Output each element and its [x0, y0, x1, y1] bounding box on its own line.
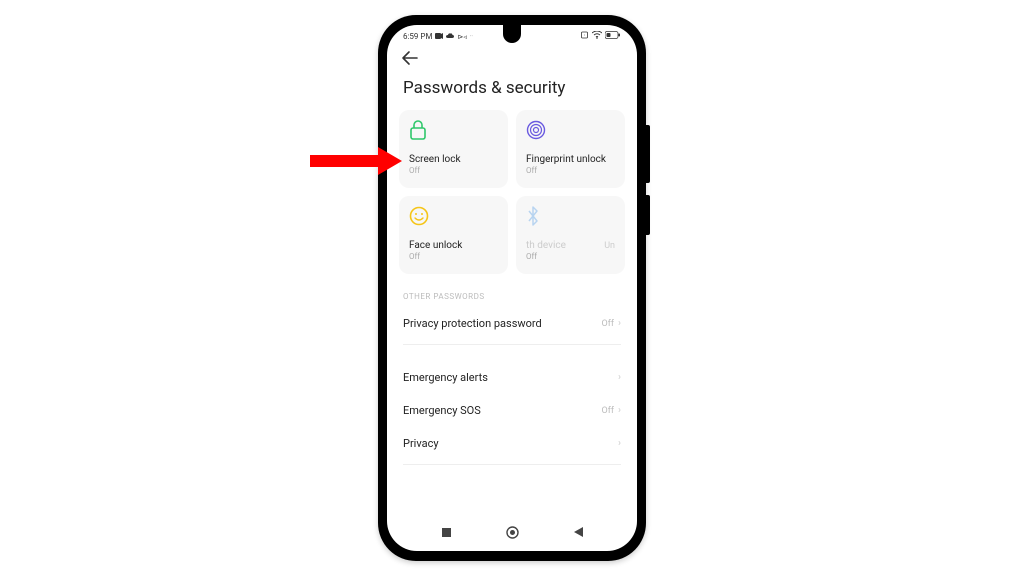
divider: [403, 344, 621, 345]
status-time: 6:59 PM: [403, 32, 432, 41]
navigation-bar: [387, 519, 637, 545]
bluetooth-device-card[interactable]: th device Un Off: [516, 196, 625, 274]
page-title: Passwords & security: [387, 74, 637, 110]
alarm-icon: [580, 31, 589, 42]
card-extra: Un: [604, 241, 615, 251]
card-status: Off: [526, 166, 615, 175]
bluetooth-icon: [526, 206, 615, 230]
face-unlock-card[interactable]: Face unlock Off: [399, 196, 508, 274]
chevron-right-icon: ›: [618, 372, 621, 383]
camera-indicator-icon: [435, 32, 443, 41]
divider: [403, 464, 621, 465]
phone-frame: 6:59 PM ⊳◃ ··: [378, 15, 646, 561]
volume-button: [646, 125, 650, 183]
power-button: [646, 195, 650, 235]
fingerprint-card[interactable]: Fingerprint unlock Off: [516, 110, 625, 188]
card-status: Off: [409, 166, 498, 175]
section-header-other-passwords: OTHER PASSWORDS: [387, 274, 637, 307]
card-status: Off: [526, 252, 615, 261]
chevron-right-icon: ›: [618, 438, 621, 449]
row-status: Off: [602, 406, 614, 416]
privacy-protection-password-row[interactable]: Privacy protection password Off ›: [387, 307, 637, 340]
battery-icon: [605, 31, 621, 42]
wifi-icon: [592, 31, 602, 42]
row-label: Privacy: [403, 437, 439, 450]
home-button[interactable]: [505, 525, 519, 539]
phone-screen: 6:59 PM ⊳◃ ··: [387, 25, 637, 551]
screen-lock-card[interactable]: Screen lock Off: [399, 110, 508, 188]
card-label: Fingerprint unlock: [526, 154, 615, 165]
lock-icon: [409, 120, 498, 144]
more-indicator: ··: [470, 33, 473, 40]
row-label: Emergency alerts: [403, 371, 488, 384]
signal-icon: ⊳◃: [457, 33, 466, 41]
row-status: Off: [602, 319, 614, 329]
privacy-row[interactable]: Privacy ›: [387, 427, 637, 460]
card-label: Face unlock: [409, 240, 498, 251]
notch: [503, 25, 521, 43]
fingerprint-icon: [526, 120, 615, 144]
face-icon: [409, 206, 498, 230]
card-label: th device: [526, 240, 566, 251]
row-label: Emergency SOS: [403, 404, 481, 417]
cloud-icon: [446, 32, 454, 41]
card-status: Off: [409, 252, 498, 261]
security-card-grid: Screen lock Off Fingerprint unlock Off F…: [387, 110, 637, 274]
chevron-right-icon: ›: [618, 318, 621, 329]
back-button[interactable]: [401, 51, 421, 70]
recents-button[interactable]: [439, 525, 453, 539]
chevron-right-icon: ›: [618, 405, 621, 416]
back-nav-button[interactable]: [571, 525, 585, 539]
card-label: Screen lock: [409, 154, 498, 165]
annotation-arrow: [310, 142, 402, 180]
emergency-sos-row[interactable]: Emergency SOS Off ›: [387, 394, 637, 427]
emergency-alerts-row[interactable]: Emergency alerts ›: [387, 361, 637, 394]
row-label: Privacy protection password: [403, 317, 542, 330]
